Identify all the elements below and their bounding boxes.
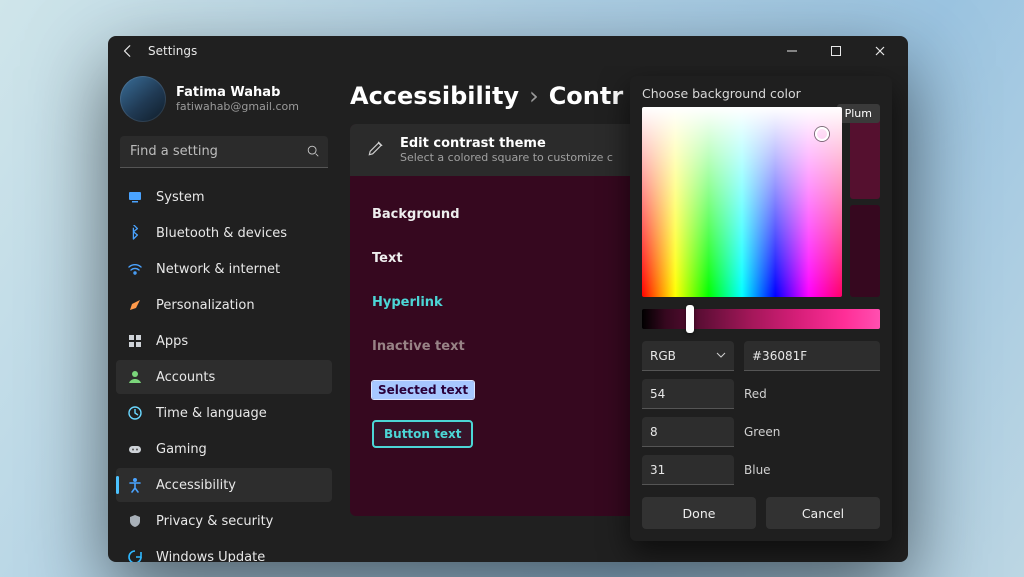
window-controls xyxy=(770,36,902,66)
sidebar-item-update[interactable]: Windows Update xyxy=(116,540,332,562)
value-slider[interactable] xyxy=(642,309,880,329)
avatar xyxy=(120,76,166,122)
sidebar-item-label: Time & language xyxy=(156,406,267,421)
apps-icon xyxy=(126,332,144,350)
profile-email: fatiwahab@gmail.com xyxy=(176,100,299,113)
chevron-right-icon: › xyxy=(529,82,539,110)
privacy-icon xyxy=(126,512,144,530)
sidebar-item-time[interactable]: Time & language xyxy=(116,396,332,430)
sidebar-item-label: Gaming xyxy=(156,442,207,457)
cancel-button[interactable]: Cancel xyxy=(766,497,880,529)
color-name-tooltip: Plum xyxy=(837,104,880,123)
sidebar-item-gaming[interactable]: Gaming xyxy=(116,432,332,466)
chevron-down-icon xyxy=(716,349,726,363)
color-mode-select[interactable]: RGB xyxy=(642,341,734,371)
maximize-button[interactable] xyxy=(814,36,858,66)
panel-title: Edit contrast theme xyxy=(400,136,613,151)
window-title: Settings xyxy=(148,44,197,58)
accounts-icon xyxy=(126,368,144,386)
back-button[interactable] xyxy=(114,37,142,65)
profile-name: Fatima Wahab xyxy=(176,85,299,100)
row-hyperlink[interactable]: Hyperlink xyxy=(372,280,538,324)
sidebar-item-label: Privacy & security xyxy=(156,514,273,529)
panel-subtitle: Select a colored square to customize c xyxy=(400,151,613,164)
sidebar-item-label: Apps xyxy=(156,334,188,349)
row-background[interactable]: Background xyxy=(372,192,538,236)
sv-canvas[interactable] xyxy=(642,107,842,297)
sidebar-item-personalization[interactable]: Personalization xyxy=(116,288,332,322)
search xyxy=(120,136,328,168)
sidebar-item-network[interactable]: Network & internet xyxy=(116,252,332,286)
sv-cursor[interactable] xyxy=(815,127,829,141)
accessibility-icon xyxy=(126,476,144,494)
row-selected-text[interactable]: Selected text xyxy=(372,368,538,412)
update-icon xyxy=(126,548,144,562)
sidebar-item-bluetooth[interactable]: Bluetooth & devices xyxy=(116,216,332,250)
main: Accessibility › Contr Edit contrast them… xyxy=(340,66,908,562)
sidebar-item-label: Windows Update xyxy=(156,550,265,563)
settings-window: Settings Fatima Wahab fatiwahab@gmail.co… xyxy=(108,36,908,562)
value-slider-thumb[interactable] xyxy=(686,305,694,333)
sidebar-item-apps[interactable]: Apps xyxy=(116,324,332,358)
sidebar-item-system[interactable]: System xyxy=(116,180,332,214)
red-label: Red xyxy=(744,387,767,401)
preview-column xyxy=(850,107,880,297)
sidebar-item-privacy[interactable]: Privacy & security xyxy=(116,504,332,538)
color-picker: Choose background color Plum R xyxy=(630,76,892,541)
sidebar-item-accounts[interactable]: Accounts xyxy=(116,360,332,394)
profile[interactable]: Fatima Wahab fatiwahab@gmail.com xyxy=(116,70,332,132)
sidebar-item-label: System xyxy=(156,190,204,205)
breadcrumb-root[interactable]: Accessibility xyxy=(350,82,519,110)
sidebar-item-label: Network & internet xyxy=(156,262,280,277)
sidebar-item-label: Accessibility xyxy=(156,478,236,493)
breadcrumb-page: Contr xyxy=(549,82,624,110)
search-input[interactable] xyxy=(120,136,328,168)
search-icon xyxy=(306,144,320,162)
blue-input[interactable] xyxy=(642,455,734,485)
blue-label: Blue xyxy=(744,463,771,477)
minimize-button[interactable] xyxy=(770,36,814,66)
sidebar-item-label: Accounts xyxy=(156,370,215,385)
picker-title: Choose background color xyxy=(642,86,880,101)
time-icon xyxy=(126,404,144,422)
row-inactive-text[interactable]: Inactive text xyxy=(372,324,538,368)
network-icon xyxy=(126,260,144,278)
done-button[interactable]: Done xyxy=(642,497,756,529)
row-button-text[interactable]: Button text xyxy=(372,412,538,456)
sidebar-item-label: Bluetooth & devices xyxy=(156,226,287,241)
system-icon xyxy=(126,188,144,206)
nav-list: System Bluetooth & devices Network & inter… xyxy=(116,180,332,562)
close-button[interactable] xyxy=(858,36,902,66)
sidebar: Fatima Wahab fatiwahab@gmail.com System B… xyxy=(108,66,340,562)
sidebar-item-label: Personalization xyxy=(156,298,255,313)
sidebar-item-accessibility[interactable]: Accessibility xyxy=(116,468,332,502)
preview-current xyxy=(850,205,880,297)
titlebar: Settings xyxy=(108,36,908,66)
brush-icon xyxy=(366,138,386,162)
hex-input[interactable] xyxy=(744,341,880,371)
red-input[interactable] xyxy=(642,379,734,409)
gaming-icon xyxy=(126,440,144,458)
row-text[interactable]: Text xyxy=(372,236,538,280)
green-input[interactable] xyxy=(642,417,734,447)
green-label: Green xyxy=(744,425,780,439)
bluetooth-icon xyxy=(126,224,144,242)
personalization-icon xyxy=(126,296,144,314)
